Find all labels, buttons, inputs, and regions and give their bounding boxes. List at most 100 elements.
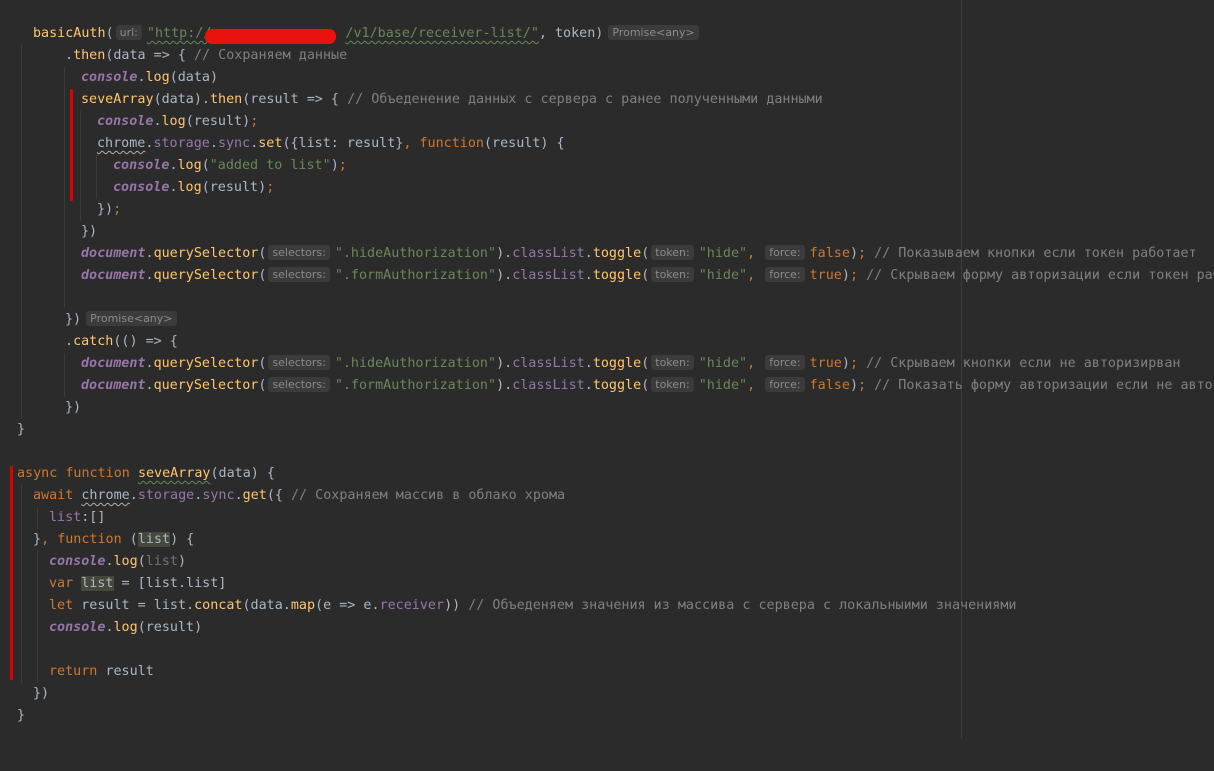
code-line: .catch(() => { xyxy=(0,331,1214,353)
method-toggle: toggle xyxy=(592,378,642,393)
code-line: console.log("added to list"); xyxy=(0,155,1214,177)
param-hint-token: token: xyxy=(651,267,694,282)
code-text: ). xyxy=(496,246,513,261)
code-text: (() => { xyxy=(113,334,178,349)
code-line: }) xyxy=(0,397,1214,419)
identifier-list: list xyxy=(145,554,178,569)
code-line: document.querySelector(selectors: ".hideA… xyxy=(0,353,1214,375)
code-text: }) xyxy=(97,202,114,217)
code-area[interactable]: basicAuth(url: "http:///v1/base/receiver-… xyxy=(0,23,1214,727)
param-hint-force: force: xyxy=(765,355,805,370)
identifier-chrome: chrome xyxy=(97,136,146,151)
code-comma: , xyxy=(747,356,764,371)
code-text: . xyxy=(137,70,146,85)
param-list-highlighted: list xyxy=(137,532,171,547)
code-text: } xyxy=(33,532,42,547)
semicolon: ; xyxy=(858,378,875,393)
method-then: then xyxy=(73,48,106,63)
code-line: console.log(list) xyxy=(0,551,1214,573)
code-text: ( xyxy=(129,532,138,547)
code-text: }) xyxy=(81,224,98,239)
global-console: console xyxy=(113,180,170,195)
code-comment: // Скрываем форму авторизации если токен… xyxy=(866,268,1214,283)
code-text: (data => { xyxy=(105,48,194,63)
semicolon: ; xyxy=(849,268,867,283)
semicolon: ; xyxy=(113,202,122,217)
code-text: ) { xyxy=(170,532,195,547)
code-line: } xyxy=(0,419,1214,441)
semicolon: ; xyxy=(250,114,259,129)
code-text: (data. xyxy=(242,598,291,613)
call-seveArray: seveArray xyxy=(81,92,154,107)
code-text: result = list. xyxy=(81,598,195,613)
property-classList: classList xyxy=(512,268,585,283)
variable-list-highlighted: list xyxy=(81,576,114,591)
code-text: }) xyxy=(33,686,50,701)
method-log: log xyxy=(113,620,138,635)
code-line: }) xyxy=(0,221,1214,243)
code-line: console.log(data) xyxy=(0,67,1214,89)
code-text: . xyxy=(105,620,114,635)
param-hint-force: force: xyxy=(765,245,805,260)
code-line: }) Promise<any> xyxy=(0,309,1214,331)
code-text: (result) xyxy=(185,114,251,129)
code-text: . xyxy=(209,136,218,151)
code-editor[interactable]: basicAuth(url: "http:///v1/base/receiver-… xyxy=(0,0,1214,739)
string-literal: "hide" xyxy=(698,246,748,261)
code-text: ( xyxy=(258,378,267,393)
code-line: document.querySelector(selectors: ".hideA… xyxy=(0,243,1214,265)
code-comma: , xyxy=(747,268,764,283)
param-hint-selectors: selectors: xyxy=(268,377,330,392)
code-text: } xyxy=(17,422,26,437)
param-hint-token: token: xyxy=(651,355,694,370)
keyword-let: let xyxy=(49,598,82,613)
code-line: document.querySelector(selectors: ".formA… xyxy=(0,375,1214,397)
code-comma: , xyxy=(41,532,58,547)
code-text: (result) xyxy=(201,180,267,195)
code-text: ) xyxy=(330,158,339,173)
code-comment: // Объеденение данных с сервера с ранее … xyxy=(347,92,823,107)
param-hint-token: token: xyxy=(651,377,694,392)
boolean-literal: false xyxy=(809,378,850,393)
code-text: }) xyxy=(65,312,82,327)
function-name-seveArray: seveArray xyxy=(137,466,211,481)
code-text: . xyxy=(584,268,593,283)
code-text: . xyxy=(584,246,593,261)
code-text: . xyxy=(169,158,178,173)
code-text: (e => e. xyxy=(315,598,380,613)
code-text: ). xyxy=(496,378,513,393)
method-log: log xyxy=(177,180,202,195)
string-literal: ".hideAuthorization" xyxy=(334,356,497,371)
code-text: . xyxy=(65,48,74,63)
string-literal: "added to list" xyxy=(209,158,331,173)
code-comment: // Показать форму авторизации если не ав… xyxy=(874,378,1214,393)
method-catch: catch xyxy=(73,334,114,349)
code-line: await chrome.storage.sync.get({ // Сохра… xyxy=(0,485,1214,507)
method-log: log xyxy=(177,158,202,173)
code-text: . xyxy=(234,488,243,503)
keyword-await: await xyxy=(33,488,82,503)
global-document: document xyxy=(81,246,146,261)
code-text: (result) { xyxy=(484,136,565,151)
method-log: log xyxy=(113,554,138,569)
property-sync: sync xyxy=(217,136,251,151)
property-classList: classList xyxy=(512,378,585,393)
code-line: async function seveArray(data) { xyxy=(0,463,1214,485)
boolean-literal: false xyxy=(809,246,850,261)
code-text: ( xyxy=(641,268,650,283)
code-text: ). xyxy=(496,268,513,283)
code-comment: // Сохраняем данные xyxy=(194,48,348,63)
method-toggle: toggle xyxy=(592,246,642,261)
code-text: ) xyxy=(178,554,187,569)
semicolon: ; xyxy=(338,158,347,173)
code-text: ( xyxy=(105,26,114,41)
call-basicAuth: basicAuth xyxy=(33,26,106,41)
code-text: ({ xyxy=(266,488,291,503)
method-querySelector: querySelector xyxy=(153,378,259,393)
code-text: . xyxy=(145,356,154,371)
param-hint-selectors: selectors: xyxy=(268,355,330,370)
semicolon: ; xyxy=(266,180,275,195)
global-console: console xyxy=(97,114,154,129)
code-comma: , xyxy=(747,378,764,393)
